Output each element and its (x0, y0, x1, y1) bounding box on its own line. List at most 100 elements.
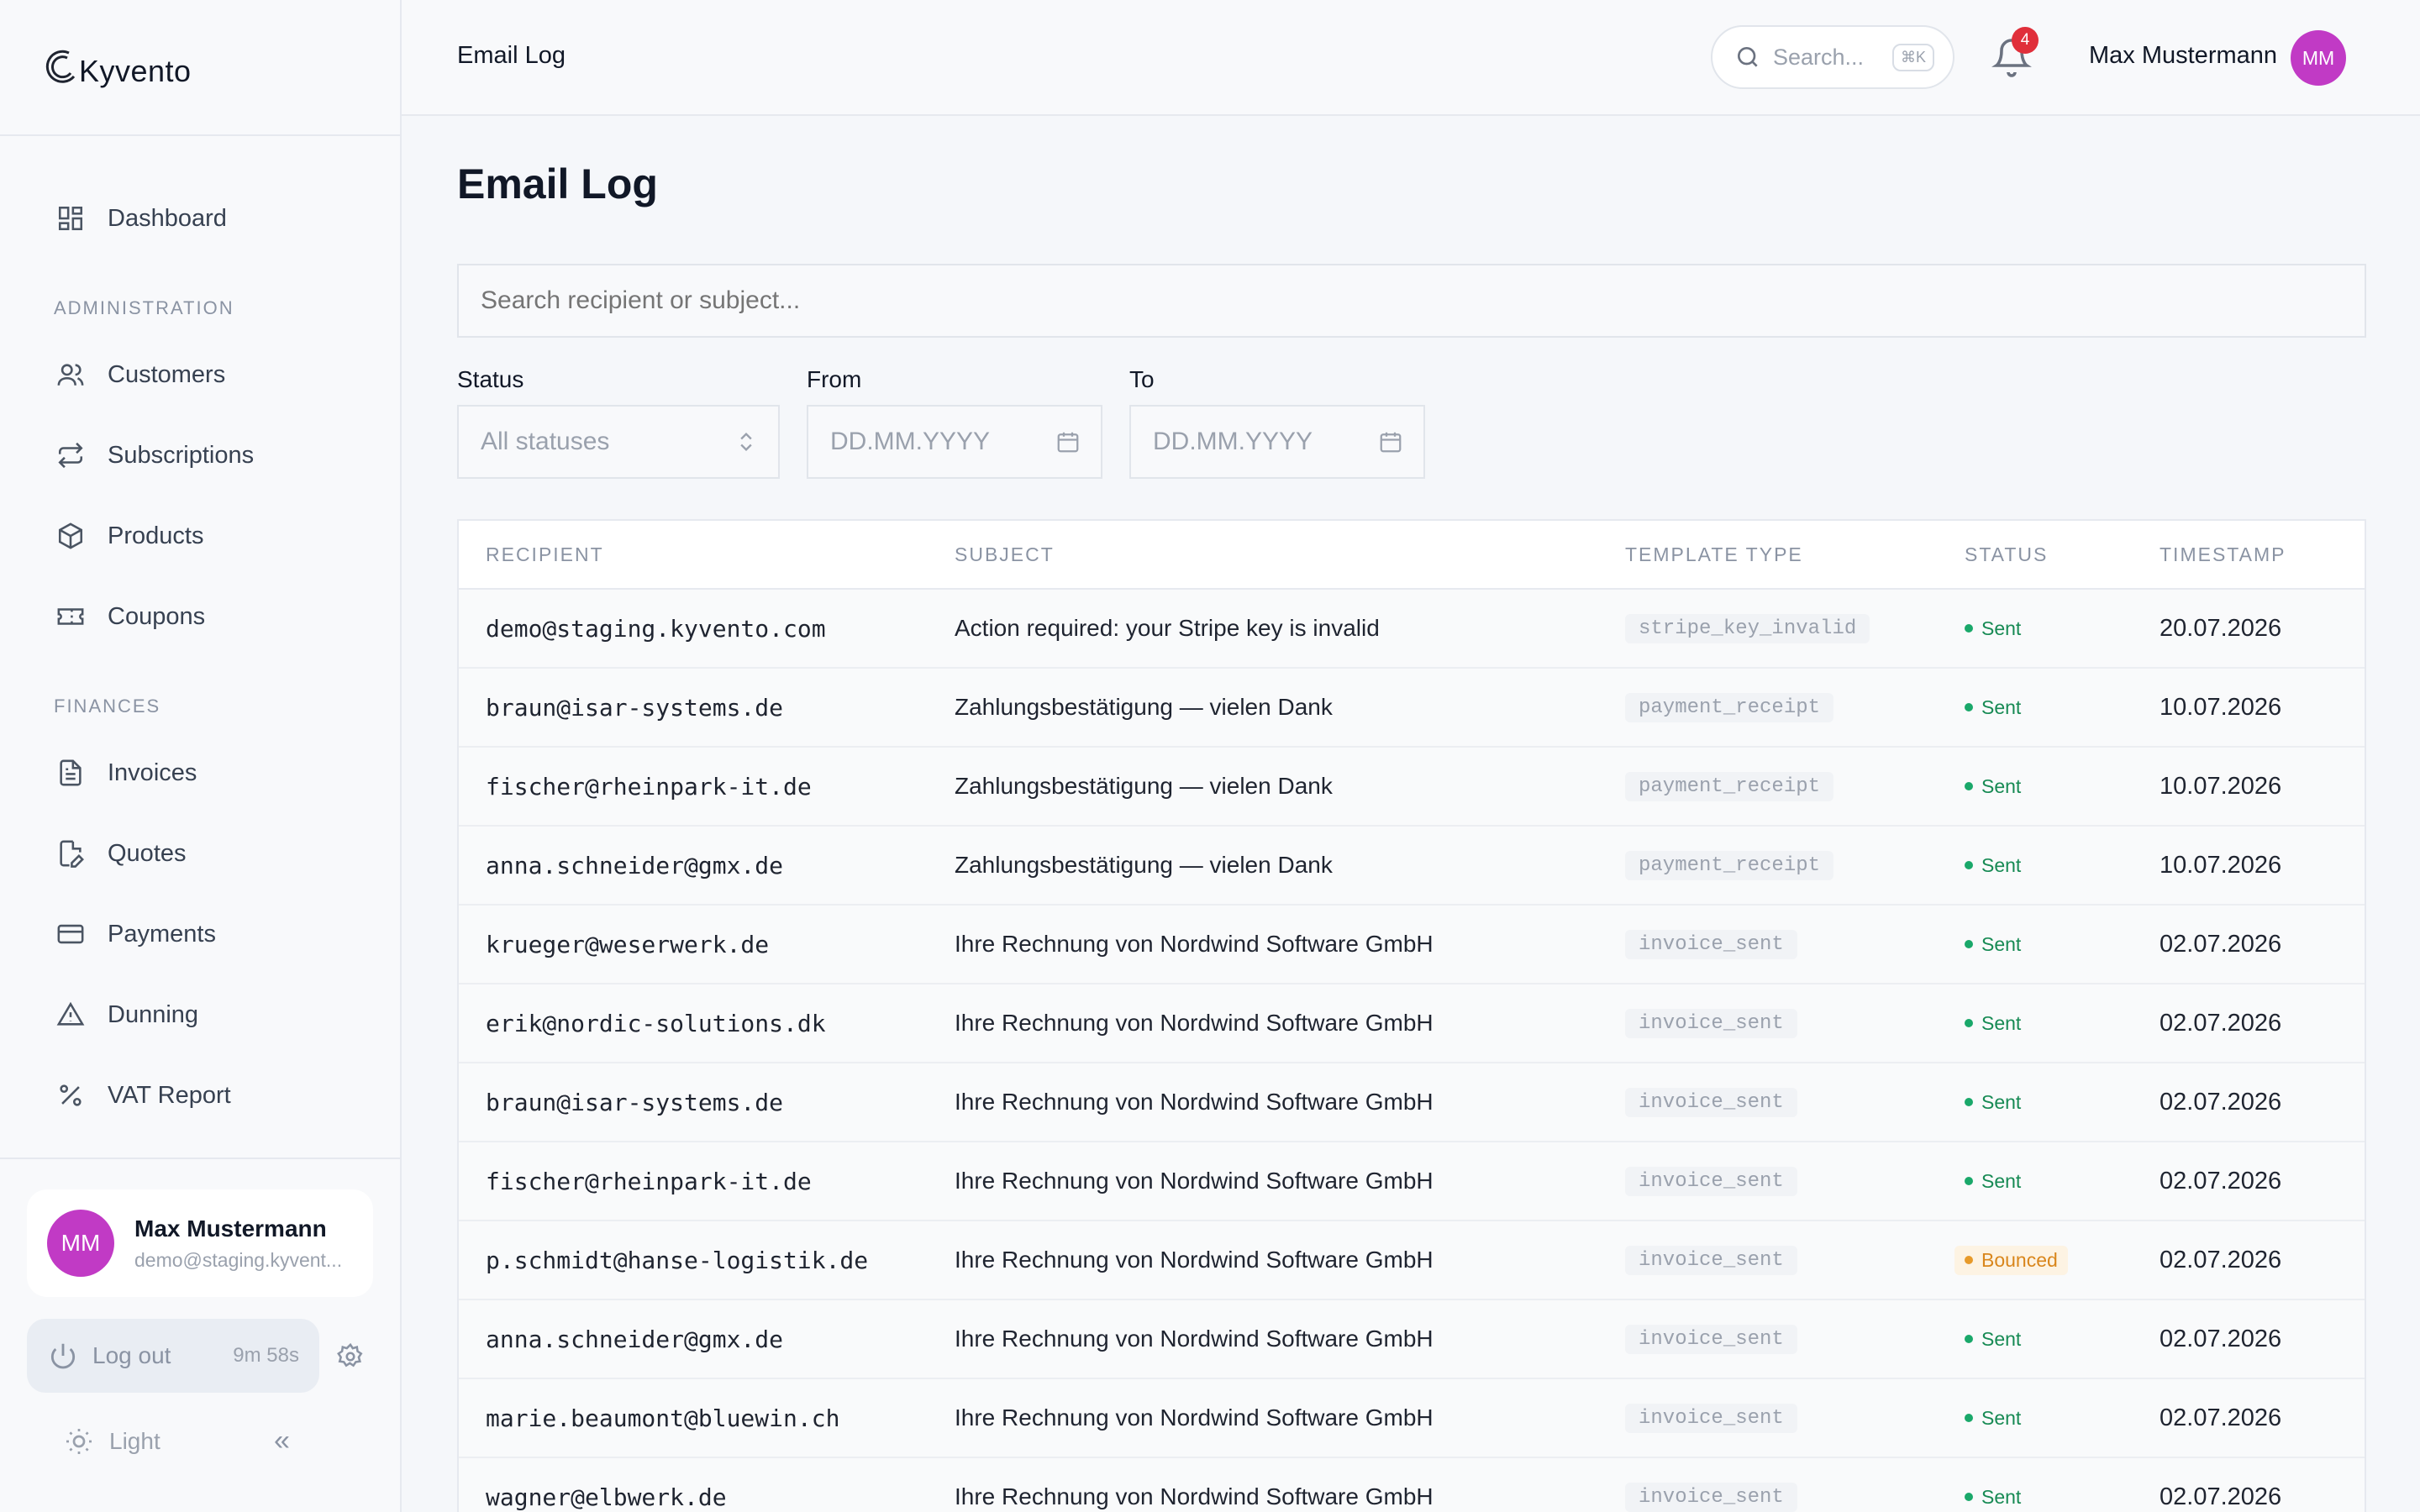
sidebar-item-label: Products (108, 522, 204, 549)
template-type-chip: stripe_key_invalid (1625, 613, 1870, 643)
sidebar-item-coupons[interactable]: Coupons (0, 576, 400, 657)
timestamp-cell: 20.07.2026 (2160, 614, 2282, 642)
sidebar-item-vat-report[interactable]: VAT Report (0, 1055, 400, 1136)
timestamp-cell: 02.07.2026 (2160, 1404, 2282, 1431)
status-dot-icon (1965, 1414, 1973, 1422)
status-dot-icon (1965, 1256, 1973, 1264)
theme-label: Light (109, 1428, 160, 1454)
table-row[interactable]: wagner@elbwerk.de Ihre Rechnung von Nordw… (459, 1458, 2365, 1512)
table-row[interactable]: erik@nordic-solutions.dk Ihre Rechnung vo… (459, 984, 2365, 1063)
sidebar-item-dunning[interactable]: Dunning (0, 974, 400, 1055)
header-title: Email Log (457, 42, 566, 69)
subject-cell: Zahlungsbestätigung — vielen Dank (955, 773, 1333, 799)
template-type-chip: invoice_sent (1625, 1087, 1797, 1117)
sidebar-item-products[interactable]: Products (0, 496, 400, 576)
table-row[interactable]: marie.beaumont@bluewin.ch Ihre Rechnung v… (459, 1379, 2365, 1458)
status-label: Sent (1981, 1406, 2022, 1429)
status-dot-icon (1965, 861, 1973, 869)
recipient-cell: anna.schneider@gmx.de (486, 1325, 784, 1353)
user-card[interactable]: MM Max Mustermann demo@staging.kyvent... (27, 1189, 373, 1297)
status-label: Sent (1981, 617, 2022, 639)
subject-cell: Ihre Rechnung von Nordwind Software GmbH (955, 1168, 1434, 1194)
template-type-chip: invoice_sent (1625, 1008, 1797, 1038)
nav-section-finances: FINANCES (54, 696, 161, 717)
power-icon (50, 1343, 76, 1369)
file-edit-icon (54, 837, 87, 870)
table-row[interactable]: p.schmidt@hanse-logistik.de Ihre Rechnung… (459, 1221, 2365, 1300)
logout-button[interactable]: Log out 9m 58s (27, 1319, 319, 1393)
sidebar-item-label: Subscriptions (108, 441, 255, 469)
status-badge: Bounced (1954, 1245, 2068, 1275)
timestamp-cell: 02.07.2026 (2160, 1483, 2282, 1510)
gear-icon[interactable] (336, 1342, 365, 1371)
table-row[interactable]: krueger@weserwerk.de Ihre Rechnung von No… (459, 906, 2365, 984)
table-row[interactable]: fischer@rheinpark-it.de Ihre Rechnung von… (459, 1142, 2365, 1221)
recipient-cell: anna.schneider@gmx.de (486, 851, 784, 879)
global-search[interactable]: Search... ⌘K (1711, 25, 1954, 89)
logo[interactable]: Kyvento (0, 0, 400, 136)
template-type-chip: invoice_sent (1625, 929, 1797, 959)
status-badge: Sent (1965, 1170, 2021, 1193)
status-badge: Sent (1965, 617, 2021, 640)
template-type-chip: invoice_sent (1625, 1403, 1797, 1433)
header-user-name[interactable]: Max Mustermann (2089, 42, 2277, 70)
table-row[interactable]: demo@staging.kyvento.com Action required:… (459, 590, 2365, 669)
collapse-sidebar-button[interactable]: « (274, 1425, 290, 1457)
subject-cell: Ihre Rechnung von Nordwind Software GmbH (955, 1483, 1434, 1509)
recipient-cell: braun@isar-systems.de (486, 693, 784, 722)
status-label: Sent (1981, 1485, 2022, 1508)
table-row[interactable]: braun@isar-systems.de Ihre Rechnung von N… (459, 1063, 2365, 1142)
timestamp-cell: 10.07.2026 (2160, 851, 2282, 879)
sidebar-item-subscriptions[interactable]: Subscriptions (0, 415, 400, 496)
status-badge: Sent (1965, 1012, 2021, 1035)
alert-triangle-icon (54, 998, 87, 1032)
status-dot-icon (1965, 1335, 1973, 1343)
sidebar-item-payments[interactable]: Payments (0, 894, 400, 974)
sidebar-item-dashboard[interactable]: Dashboard (0, 178, 400, 259)
user-email: demo@staging.kyvent... (134, 1248, 343, 1271)
status-label: Sent (1981, 1327, 2022, 1350)
topbar: Email Log Search... ⌘K 4 Max Mustermann … (402, 0, 2420, 116)
table-row[interactable]: anna.schneider@gmx.de Zahlungsbestätigung… (459, 827, 2365, 906)
sun-icon (66, 1429, 92, 1454)
template-type-chip: invoice_sent (1625, 1245, 1797, 1275)
table-row[interactable]: fischer@rheinpark-it.de Zahlungsbestätigu… (459, 748, 2365, 827)
page-title: Email Log (457, 160, 658, 207)
header-avatar[interactable]: MM (2291, 30, 2346, 86)
sidebar-item-quotes[interactable]: Quotes (0, 813, 400, 894)
search-input[interactable] (457, 264, 2366, 338)
status-label: Sent (1981, 1169, 2022, 1192)
recipient-cell: wagner@elbwerk.de (486, 1483, 727, 1511)
table-row[interactable]: braun@isar-systems.de Zahlungsbestätigung… (459, 669, 2365, 748)
sidebar-item-label: Dunning (108, 1000, 199, 1028)
status-dot-icon (1965, 703, 1973, 711)
timestamp-cell: 10.07.2026 (2160, 693, 2282, 721)
status-badge: Sent (1965, 1407, 2021, 1430)
from-date-field[interactable]: DD.MM.YYYY (807, 405, 1102, 479)
package-icon (54, 519, 87, 553)
session-timer: 9m 58s (233, 1344, 299, 1367)
subject-cell: Zahlungsbestätigung — vielen Dank (955, 852, 1333, 878)
status-select[interactable]: All statuses (457, 405, 780, 479)
subject-cell: Ihre Rechnung von Nordwind Software GmbH (955, 1089, 1434, 1115)
dashboard-icon (54, 202, 87, 235)
sidebar-item-customers[interactable]: Customers (0, 334, 400, 415)
to-date-label: To (1129, 366, 1155, 392)
timestamp-cell: 02.07.2026 (2160, 1167, 2282, 1194)
sidebar-item-label: Customers (108, 360, 226, 388)
table-row[interactable]: anna.schneider@gmx.de Ihre Rechnung von N… (459, 1300, 2365, 1379)
sidebar-item-label: Payments (108, 920, 216, 948)
status-badge: Sent (1965, 1486, 2021, 1509)
main-content: Email Log Status All statuses From DD.MM… (402, 116, 2420, 1512)
user-name: Max Mustermann (134, 1215, 327, 1242)
to-date-field[interactable]: DD.MM.YYYY (1129, 405, 1425, 479)
search-shortcut: ⌘K (1891, 43, 1934, 71)
email-log-table: RECIPIENT SUBJECT TEMPLATE TYPE STATUS T… (457, 519, 2366, 1512)
theme-toggle[interactable]: Light (64, 1426, 160, 1457)
from-date-label: From (807, 366, 862, 392)
subject-cell: Action required: your Stripe key is inva… (955, 615, 1380, 641)
recipient-cell: erik@nordic-solutions.dk (486, 1009, 826, 1037)
template-type-chip: invoice_sent (1625, 1482, 1797, 1512)
table-body: demo@staging.kyvento.com Action required:… (459, 590, 2365, 1512)
sidebar-item-invoices[interactable]: Invoices (0, 732, 400, 813)
